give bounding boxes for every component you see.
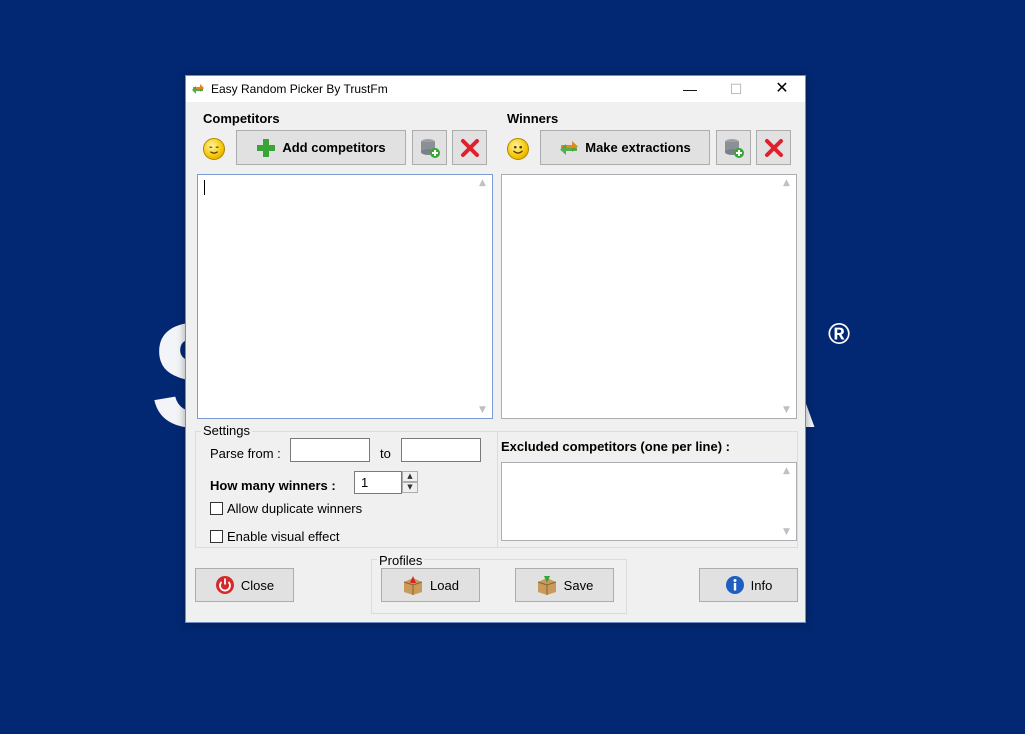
window-title: Easy Random Picker By TrustFm <box>211 82 388 96</box>
allow-duplicate-checkbox[interactable] <box>210 502 223 515</box>
close-window-button[interactable]: ✕ <box>759 76 805 102</box>
box-save-icon <box>537 576 556 595</box>
scroll-down-arrow-icon[interactable]: ▼ <box>479 405 486 415</box>
close-button-label: Close <box>240 577 275 593</box>
how-many-winners-label: How many winners : <box>210 478 336 493</box>
load-button-label: Load <box>430 577 459 593</box>
text-caret <box>204 180 205 195</box>
maximize-button[interactable]: ☐ <box>713 76 759 102</box>
plus-icon <box>257 138 276 157</box>
winners-clear-button[interactable] <box>756 130 791 165</box>
parse-from-input[interactable] <box>290 438 370 462</box>
excluded-label: Excluded competitors (one per line) : <box>501 439 730 454</box>
winners-database-add-button[interactable] <box>716 130 751 165</box>
swap-arrows-icon <box>560 140 579 155</box>
how-many-winners-input[interactable]: 1 <box>354 471 402 494</box>
excluded-scrollbar[interactable]: ▲ ▼ <box>779 463 796 540</box>
winners-scrollbar[interactable]: ▲ ▼ <box>779 175 796 418</box>
info-button[interactable]: Info <box>699 568 798 602</box>
spin-down-button[interactable]: ▼ <box>402 482 418 493</box>
make-extractions-label: Make extractions <box>585 140 691 155</box>
winners-textarea[interactable]: ▲ ▼ <box>501 174 797 419</box>
load-button[interactable]: Load <box>381 568 480 602</box>
profiles-title: Profiles <box>377 553 425 568</box>
visual-effect-label: Enable visual effect <box>227 529 340 544</box>
delete-x-icon <box>460 138 479 157</box>
parse-from-label: Parse from : <box>210 446 281 461</box>
minimize-button[interactable]: — <box>667 76 713 102</box>
sleepy-smiley-icon <box>203 138 225 160</box>
scroll-up-arrow-icon[interactable]: ▲ <box>783 466 790 476</box>
save-button-label: Save <box>563 577 594 593</box>
delete-x-icon <box>764 138 783 157</box>
registered-mark-icon: ® <box>828 318 851 351</box>
add-competitors-label: Add competitors <box>282 140 386 155</box>
scroll-down-arrow-icon[interactable]: ▼ <box>783 405 790 415</box>
winners-label: Winners <box>507 111 559 126</box>
scroll-down-arrow-icon[interactable]: ▼ <box>783 527 790 537</box>
to-label: to <box>380 446 391 461</box>
close-button[interactable]: Close <box>195 568 294 602</box>
info-icon <box>725 576 744 594</box>
app-icon <box>192 84 204 94</box>
box-load-icon <box>403 576 423 595</box>
make-extractions-button[interactable]: Make extractions <box>540 130 710 165</box>
excluded-textarea[interactable]: ▲ ▼ <box>501 462 797 541</box>
app-window: Easy Random Picker By TrustFm — ☐ ✕ Comp… <box>185 75 806 623</box>
allow-duplicate-label: Allow duplicate winners <box>227 501 363 516</box>
info-button-label: Info <box>750 577 773 593</box>
database-add-icon <box>724 138 744 158</box>
competitors-clear-button[interactable] <box>452 130 487 165</box>
competitors-scrollbar[interactable]: ▲ ▼ <box>475 175 492 418</box>
power-icon <box>215 576 234 594</box>
database-add-icon <box>420 138 440 158</box>
save-button[interactable]: Save <box>515 568 614 602</box>
scroll-up-arrow-icon[interactable]: ▲ <box>479 178 486 188</box>
title-bar[interactable]: Easy Random Picker By TrustFm — ☐ ✕ <box>186 76 805 102</box>
competitors-label: Competitors <box>203 111 280 126</box>
add-competitors-button[interactable]: Add competitors <box>236 130 406 165</box>
settings-title: Settings <box>201 423 252 438</box>
visual-effect-checkbox[interactable] <box>210 530 223 543</box>
parse-to-input[interactable] <box>401 438 481 462</box>
competitors-database-add-button[interactable] <box>412 130 447 165</box>
spin-up-button[interactable]: ▲ <box>402 471 418 482</box>
scroll-up-arrow-icon[interactable]: ▲ <box>783 178 790 188</box>
happy-smiley-icon <box>507 138 529 160</box>
competitors-textarea[interactable]: ▲ ▼ <box>197 174 493 419</box>
